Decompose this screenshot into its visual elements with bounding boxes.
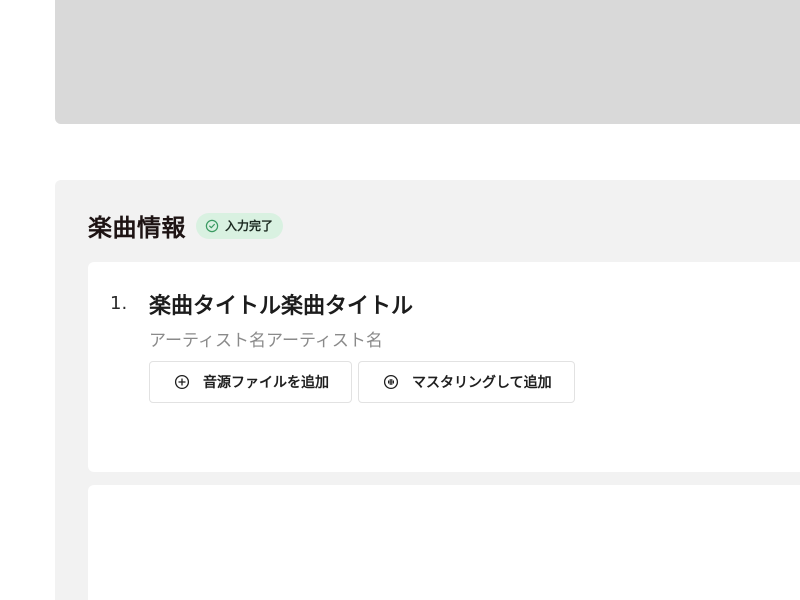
track-title: 楽曲タイトル楽曲タイトル bbox=[149, 294, 414, 319]
section-title: 楽曲情報 bbox=[88, 214, 186, 242]
track-card-empty bbox=[88, 485, 800, 600]
status-badge: 入力完了 bbox=[196, 212, 284, 239]
section-header: 楽曲情報 入力完了 bbox=[88, 208, 284, 243]
status-badge-label: 入力完了 bbox=[225, 219, 274, 233]
plus-circle-icon bbox=[174, 374, 190, 390]
add-audio-file-button[interactable]: 音源ファイルを追加 bbox=[149, 361, 352, 403]
track-number: 1. bbox=[110, 293, 128, 314]
track-actions: 音源ファイルを追加 マスタリングして追加 bbox=[149, 361, 581, 403]
master-and-add-label: マスタリングして追加 bbox=[412, 375, 552, 391]
waveform-circle-icon bbox=[383, 374, 399, 390]
track-artist: アーティスト名アーティスト名 bbox=[149, 331, 383, 351]
check-circle-icon bbox=[205, 219, 219, 233]
track-card: 1. 楽曲タイトル楽曲タイトル アーティスト名アーティスト名 音源ファイルを追加 bbox=[88, 262, 800, 472]
add-audio-file-label: 音源ファイルを追加 bbox=[203, 375, 329, 391]
image-placeholder bbox=[55, 0, 800, 124]
track-info-section: 楽曲情報 入力完了 1. 楽曲タイトル楽曲タイトル アーティスト名アーティスト名 bbox=[55, 180, 800, 600]
master-and-add-button[interactable]: マスタリングして追加 bbox=[358, 361, 575, 403]
page: 楽曲情報 入力完了 1. 楽曲タイトル楽曲タイトル アーティスト名アーティスト名 bbox=[0, 0, 800, 600]
